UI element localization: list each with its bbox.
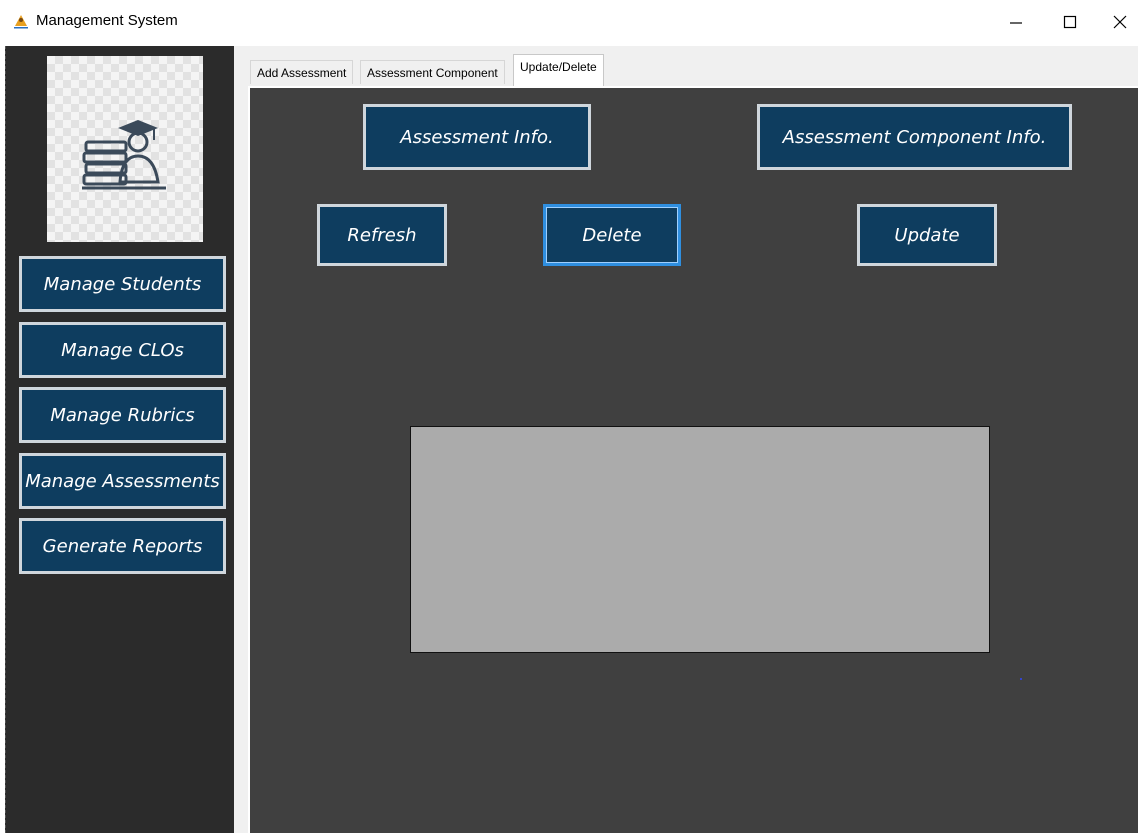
- window-title: Management System: [36, 12, 178, 29]
- splitter: [234, 46, 248, 833]
- close-icon: [1113, 15, 1127, 29]
- generate-reports-button[interactable]: Generate Reports: [19, 518, 226, 574]
- refresh-button[interactable]: Refresh: [317, 204, 447, 266]
- tab-add-assessment[interactable]: Add Assessment: [250, 60, 354, 84]
- delete-button[interactable]: Delete: [543, 204, 681, 266]
- maximize-button[interactable]: [1050, 8, 1090, 36]
- student-with-books-icon: [82, 120, 166, 190]
- stray-pixel: [1020, 678, 1022, 680]
- tab-assessment-component[interactable]: Assessment Component: [360, 60, 505, 84]
- data-grid[interactable]: [410, 426, 990, 653]
- tab-update-delete[interactable]: Update/Delete: [513, 54, 604, 86]
- minimize-button[interactable]: [996, 8, 1036, 36]
- close-button[interactable]: [1100, 8, 1138, 36]
- update-delete-panel: Assessment Info. Assessment Component In…: [248, 86, 1138, 833]
- manage-rubrics-button[interactable]: Manage Rubrics: [19, 387, 226, 443]
- tab-strip: Add Assessment Assessment Component Upda…: [248, 46, 1138, 86]
- manage-clos-button[interactable]: Manage CLOs: [19, 322, 226, 378]
- minimize-icon: [1010, 22, 1022, 24]
- app-icon: [12, 12, 30, 30]
- maximize-icon: [1063, 15, 1077, 29]
- title-bar: Management System: [0, 0, 1138, 44]
- manage-assessments-button[interactable]: Manage Assessments: [19, 453, 226, 509]
- update-button[interactable]: Update: [857, 204, 997, 266]
- logo: [47, 56, 203, 242]
- assessment-info-button[interactable]: Assessment Info.: [363, 104, 591, 170]
- manage-students-button[interactable]: Manage Students: [19, 256, 226, 312]
- assessment-component-info-button[interactable]: Assessment Component Info.: [757, 104, 1072, 170]
- sidebar: Manage Students Manage CLOs Manage Rubri…: [5, 46, 235, 833]
